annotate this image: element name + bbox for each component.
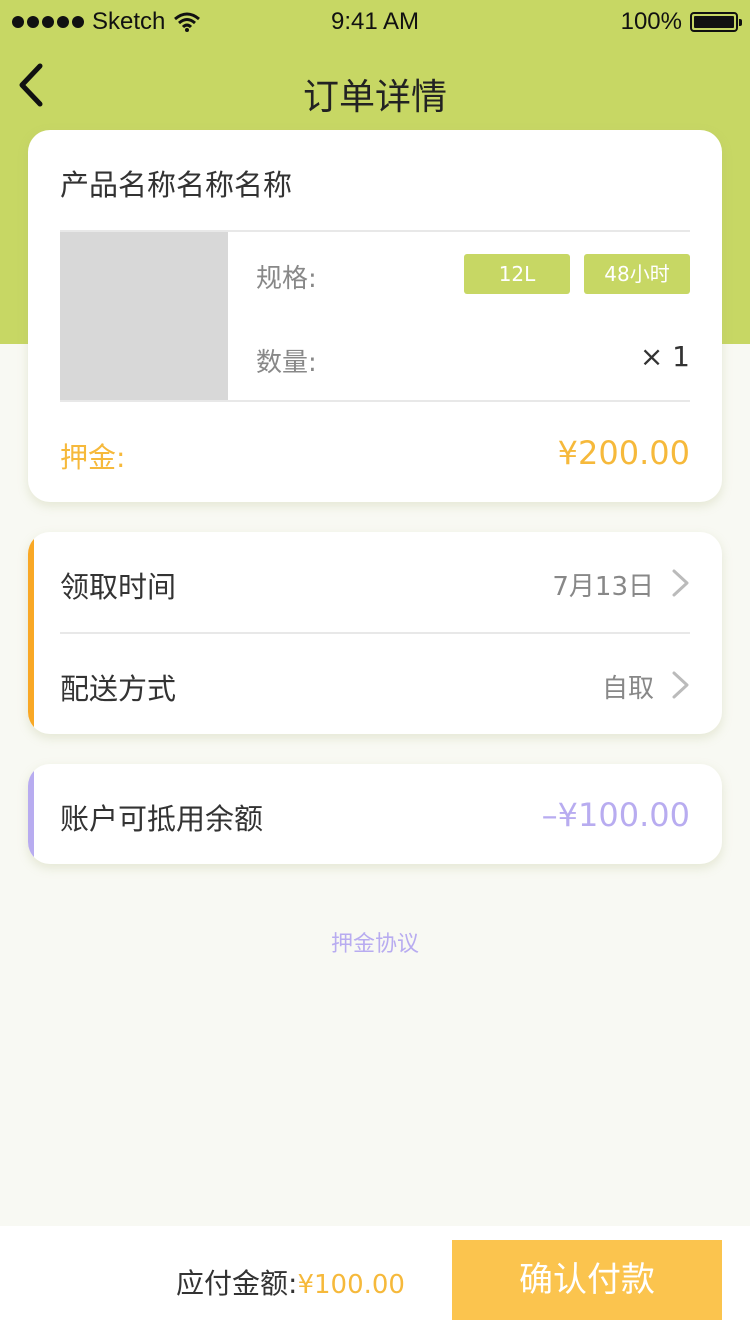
deposit-value: ¥200.00	[557, 434, 690, 472]
delivery-method-label: 配送方式	[60, 672, 177, 706]
payable-label: 应付金额:	[176, 1267, 298, 1300]
nav-bar: 订单详情	[0, 44, 750, 128]
battery-label: 100%	[620, 8, 682, 35]
chevron-right-icon	[672, 569, 689, 597]
pickup-time-value: 7月13日	[552, 572, 654, 602]
quantity-value: × 1	[639, 340, 690, 373]
delivery-method-row[interactable]: 配送方式 自取	[28, 634, 722, 734]
chevron-right-icon	[672, 671, 689, 699]
confirm-payment-button[interactable]: 确认付款	[452, 1240, 722, 1320]
spec-label: 规格:	[256, 264, 317, 294]
credit-value: –¥100.00	[541, 796, 690, 834]
spec-tag: 48小时	[584, 254, 690, 294]
product-name: 产品名称名称名称	[60, 168, 293, 202]
deposit-label: 押金:	[60, 441, 126, 474]
deposit-agreement-link[interactable]: 押金协议	[0, 926, 750, 958]
accent-bar	[28, 764, 34, 864]
payable-value: ¥100.00	[297, 1270, 405, 1300]
divider	[60, 400, 690, 402]
bottom-bar: 应付金额:¥100.00 确认付款	[0, 1226, 750, 1334]
pickup-time-row[interactable]: 领取时间 7月13日	[28, 532, 722, 632]
delivery-card: 领取时间 7月13日 配送方式 自取	[28, 532, 722, 734]
battery-icon	[690, 12, 742, 32]
battery-group: 100%	[620, 8, 742, 36]
delivery-method-value: 自取	[601, 674, 654, 704]
product-card: 产品名称名称名称 规格: 12L 48小时 数量: × 1 押金: ¥200.0…	[28, 130, 722, 502]
product-image	[60, 232, 228, 400]
status-bar: Sketch 9:41 AM 100%	[0, 0, 750, 44]
quantity-label: 数量:	[256, 348, 317, 378]
pickup-time-label: 领取时间	[60, 570, 177, 604]
credit-card: 账户可抵用余额 –¥100.00	[28, 764, 722, 864]
page-title: 订单详情	[302, 77, 447, 118]
credit-label: 账户可抵用余额	[60, 802, 264, 836]
payable-amount: 应付金额:¥100.00	[176, 1262, 405, 1302]
spec-tag: 12L	[464, 254, 570, 294]
